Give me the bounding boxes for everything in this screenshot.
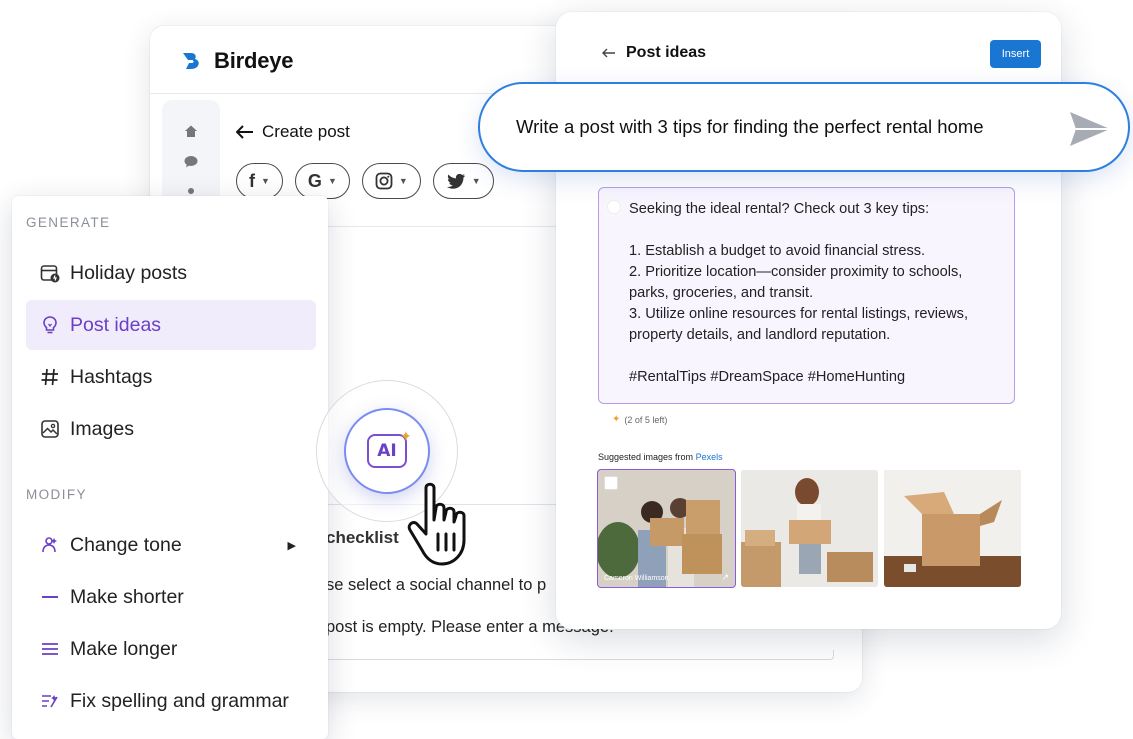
pexels-link[interactable]: Pexels bbox=[696, 452, 723, 462]
channel-chip-google[interactable]: G ▼ bbox=[294, 163, 350, 199]
image-thumbnail[interactable] bbox=[884, 470, 1021, 587]
image-credit: Cameron Williamson bbox=[604, 575, 669, 582]
menu-item-label: Make longer bbox=[70, 637, 178, 660]
facebook-icon: f bbox=[249, 170, 255, 191]
longer-icon bbox=[40, 639, 60, 659]
brand-name: Birdeye bbox=[214, 48, 294, 73]
channel-chip-twitter[interactable]: ▼ bbox=[432, 163, 494, 199]
instagram-icon bbox=[375, 172, 393, 190]
post-tip: 1. Establish a budget to avoid financial… bbox=[629, 243, 926, 259]
image-thumbnail[interactable]: Cameron Williamson ↗ bbox=[597, 469, 736, 588]
image-thumbnail[interactable] bbox=[741, 470, 878, 587]
menu-item-post-ideas[interactable]: Post ideas bbox=[26, 300, 316, 350]
select-radio[interactable] bbox=[607, 200, 621, 214]
menu-item-hashtags[interactable]: Hashtags bbox=[26, 352, 316, 402]
chevron-down-icon: ▼ bbox=[398, 176, 408, 186]
chevron-down-icon: ▼ bbox=[327, 176, 337, 186]
menu-item-images[interactable]: Images bbox=[26, 404, 316, 454]
section-label-modify: MODIFY bbox=[26, 487, 87, 502]
prompt-input[interactable]: Write a post with 3 tips for finding the… bbox=[478, 82, 1130, 172]
menu-item-label: Images bbox=[70, 417, 134, 440]
lightbulb-icon bbox=[40, 315, 60, 335]
brand[interactable]: Birdeye bbox=[180, 48, 294, 74]
channel-selector: f ▼ G ▼ ▼ ▼ bbox=[236, 163, 494, 199]
suggested-images-label: Suggested images from Pexels bbox=[598, 452, 723, 462]
menu-item-make-longer[interactable]: Make longer bbox=[26, 624, 316, 674]
chevron-right-icon: ▶ bbox=[287, 539, 296, 552]
birdeye-logo-icon bbox=[183, 53, 199, 69]
prompt-text: Write a post with 3 tips for finding the… bbox=[516, 116, 984, 137]
uses-remaining-text: (2 of 5 left) bbox=[624, 414, 668, 425]
chevron-down-icon: ▼ bbox=[471, 176, 481, 186]
post-hashtags: #RentalTips #DreamSpace #HomeHunting bbox=[629, 369, 906, 385]
back-arrow-icon[interactable] bbox=[236, 125, 254, 139]
menu-item-fix-spelling[interactable]: Fix spelling and grammar bbox=[26, 676, 316, 726]
channel-chip-facebook[interactable]: f ▼ bbox=[236, 163, 283, 199]
image-select-checkbox[interactable] bbox=[604, 476, 618, 490]
post-ideas-title: Post ideas bbox=[626, 44, 707, 61]
suggested-prefix: Suggested images from bbox=[598, 452, 696, 462]
calendar-icon bbox=[40, 263, 60, 283]
create-post-header[interactable]: Create post bbox=[236, 122, 350, 142]
post-tip: 2. Prioritize location—consider proximit… bbox=[629, 264, 963, 301]
expand-icon[interactable]: ↗ bbox=[721, 572, 729, 583]
menu-item-label: Holiday posts bbox=[70, 261, 188, 284]
checklist-item: se select a social channel to p bbox=[326, 576, 547, 594]
tone-icon bbox=[40, 535, 60, 555]
twitter-icon bbox=[446, 173, 465, 189]
channel-chip-instagram[interactable]: ▼ bbox=[361, 163, 421, 199]
ai-assist-menu: GENERATE Holiday posts Post ideas Hashta… bbox=[12, 196, 328, 739]
post-ideas-header: Post ideas Insert bbox=[580, 12, 1041, 84]
post-intro: Seeking the ideal rental? Check out 3 ke… bbox=[629, 201, 930, 217]
section-label-generate: GENERATE bbox=[26, 215, 111, 230]
menu-item-label: Fix spelling and grammar bbox=[70, 689, 289, 712]
chevron-down-icon: ▼ bbox=[261, 176, 270, 186]
suggested-images: Cameron Williamson ↗ bbox=[597, 469, 1021, 588]
shorter-icon bbox=[40, 587, 60, 607]
post-tip: 3. Utilize online resources for rental l… bbox=[629, 306, 969, 343]
send-icon[interactable] bbox=[1068, 110, 1112, 148]
checklist-title: checklist bbox=[326, 528, 399, 547]
checklist-box bbox=[316, 650, 834, 660]
hand-cursor-icon bbox=[407, 482, 466, 566]
menu-item-label: Make shorter bbox=[70, 585, 184, 608]
menu-item-label: Hashtags bbox=[70, 365, 153, 388]
google-icon: G bbox=[307, 170, 322, 191]
menu-item-label: Change tone bbox=[70, 533, 182, 556]
menu-item-change-tone[interactable]: Change tone ▶ bbox=[26, 520, 316, 570]
photo-open-box bbox=[884, 470, 1021, 587]
back-arrow-icon[interactable] bbox=[602, 48, 616, 58]
sparkle-icon: ✦ bbox=[612, 414, 621, 425]
post-ideas-title-row: Post ideas bbox=[602, 44, 706, 62]
generated-post-card[interactable]: Seeking the ideal rental? Check out 3 ke… bbox=[598, 187, 1015, 404]
insert-button[interactable]: Insert bbox=[990, 40, 1041, 68]
menu-item-label: Post ideas bbox=[70, 313, 162, 336]
photo-woman-boxes bbox=[741, 470, 878, 587]
photo-people-boxes bbox=[598, 470, 735, 587]
home-icon[interactable] bbox=[182, 124, 200, 142]
spellcheck-icon bbox=[40, 691, 60, 711]
chat-icon[interactable] bbox=[182, 154, 200, 172]
menu-item-make-shorter[interactable]: Make shorter bbox=[26, 572, 316, 622]
menu-item-holiday-posts[interactable]: Holiday posts bbox=[26, 248, 316, 298]
hashtag-icon bbox=[40, 367, 60, 387]
uses-remaining: ✦ (2 of 5 left) bbox=[612, 414, 667, 425]
sparkle-icon: ✦ bbox=[400, 428, 412, 444]
image-icon bbox=[40, 419, 60, 439]
create-post-title: Create post bbox=[262, 122, 350, 141]
